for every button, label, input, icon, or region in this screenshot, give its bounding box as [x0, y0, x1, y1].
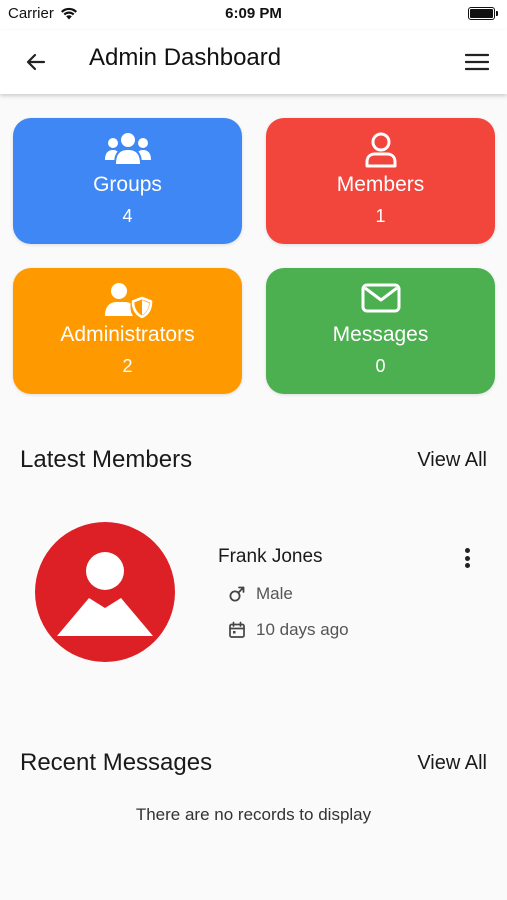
card-count: 4 [122, 206, 133, 226]
card-count: 0 [375, 356, 386, 376]
member-joined: 10 days ago [228, 620, 349, 640]
card-count: 2 [122, 356, 133, 376]
avatar[interactable] [35, 522, 175, 662]
status-bar: Carrier 6:09 PM [0, 0, 507, 30]
card-members[interactable]: Members 1 [266, 118, 495, 244]
member-name: Frank Jones [218, 546, 323, 567]
battery-icon [468, 7, 498, 20]
more-options-button[interactable] [457, 544, 477, 572]
card-label: Messages [332, 323, 429, 346]
menu-button[interactable] [461, 46, 493, 78]
member-gender-label: Male [256, 584, 293, 603]
latest-members-view-all-link[interactable]: View All [417, 449, 487, 472]
user-silhouette-icon [57, 552, 153, 636]
empty-state-text: There are no records to display [135, 805, 372, 824]
card-messages[interactable]: Messages 0 [266, 268, 495, 394]
card-label: Groups [93, 173, 162, 196]
card-groups[interactable]: Groups 4 [13, 118, 242, 244]
male-icon [229, 586, 245, 602]
page-title: Admin Dashboard [89, 44, 282, 71]
more-vertical-icon [464, 548, 470, 553]
user-shield-icon [13, 282, 242, 318]
arrow-left-icon [26, 53, 46, 71]
recent-messages-title: Recent Messages [20, 749, 213, 776]
back-button[interactable] [20, 46, 52, 78]
users-icon [13, 132, 242, 168]
status-time: 6:09 PM [225, 5, 282, 22]
envelope-icon [266, 282, 495, 318]
card-count: 1 [375, 206, 386, 226]
latest-members-title: Latest Members [20, 446, 193, 473]
hamburger-menu-icon [465, 53, 489, 71]
member-gender: Male [228, 584, 293, 604]
card-administrators[interactable]: Administrators 2 [13, 268, 242, 394]
calendar-icon [229, 621, 245, 638]
card-label: Administrators [60, 323, 195, 346]
recent-messages-view-all-link[interactable]: View All [417, 752, 487, 775]
card-label: Members [336, 173, 425, 196]
app-bar: Admin Dashboard [0, 30, 507, 94]
user-icon [266, 132, 495, 168]
member-joined-label: 10 days ago [256, 620, 349, 639]
